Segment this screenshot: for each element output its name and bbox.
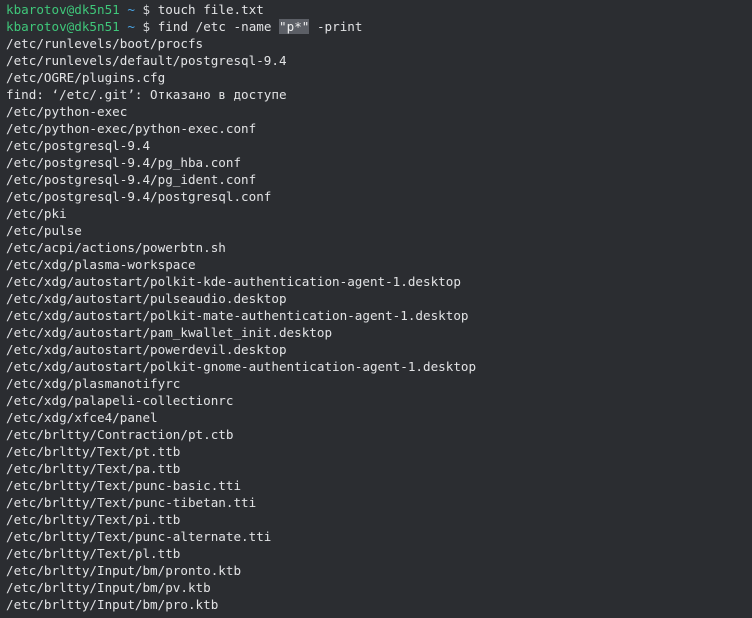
output-line: /etc/postgresql-9.4 bbox=[6, 138, 151, 153]
output-list: /etc/runlevels/boot/procfs/etc/runlevels… bbox=[6, 35, 752, 613]
output-line: /etc/brltty/Input/bm/pronto.ktb bbox=[6, 563, 242, 578]
prompt-line-2: kbarotov@dk5n51 ~ $ find /etc -name "p*"… bbox=[6, 18, 752, 35]
prompt-user-host: kbarotov@dk5n51 bbox=[6, 19, 120, 34]
output-line: find: ‘/etc/.git’: Отказано в доступе bbox=[6, 87, 287, 102]
command-text: -print bbox=[309, 19, 363, 34]
output-line: /etc/xdg/autostart/powerdevil.desktop bbox=[6, 342, 287, 357]
output-line: /etc/runlevels/boot/procfs bbox=[6, 36, 204, 51]
output-line: /etc/python-exec/python-exec.conf bbox=[6, 121, 257, 136]
output-line: /etc/brltty/Text/pa.ttb bbox=[6, 461, 181, 476]
selected-text[interactable]: "p*" bbox=[279, 19, 310, 34]
output-line: /etc/acpi/actions/powerbtn.sh bbox=[6, 240, 226, 255]
prompt-symbol: $ bbox=[142, 2, 151, 17]
output-line: /etc/xdg/palapeli-collectionrc bbox=[6, 393, 234, 408]
output-line: /etc/postgresql-9.4/pg_hba.conf bbox=[6, 155, 242, 170]
output-line: /etc/brltty/Text/pt.ttb bbox=[6, 444, 181, 459]
terminal-output: kbarotov@dk5n51 ~ $ touch file.txt kbaro… bbox=[6, 1, 752, 618]
output-line: /etc/brltty/Text/pl.ttb bbox=[6, 546, 181, 561]
command-text: touch file.txt bbox=[157, 2, 264, 17]
prompt-user-host: kbarotov@dk5n51 bbox=[6, 2, 120, 17]
output-line: /etc/pulse bbox=[6, 223, 82, 238]
output-line: /etc/brltty/Text/pi.ttb bbox=[6, 512, 181, 527]
output-line: /etc/xdg/plasma-workspace bbox=[6, 257, 196, 272]
output-line: /etc/brltty/Text/punc-tibetan.tti bbox=[6, 495, 257, 510]
command-text: find /etc -name bbox=[157, 19, 280, 34]
output-line: /etc/runlevels/default/postgresql-9.4 bbox=[6, 53, 287, 68]
terminal-window[interactable]: kbarotov@dk5n51 ~ $ touch file.txt kbaro… bbox=[0, 0, 752, 618]
output-line: /etc/python-exec bbox=[6, 104, 128, 119]
output-line: /etc/xdg/autostart/polkit-mate-authentic… bbox=[6, 308, 469, 323]
output-line: /etc/brltty/Contraction/pt.ctb bbox=[6, 427, 234, 442]
output-line: /etc/OGRE/plugins.cfg bbox=[6, 70, 166, 85]
scrollbar[interactable] bbox=[747, 0, 752, 618]
output-line: /etc/xdg/plasmanotifyrc bbox=[6, 376, 181, 391]
output-line: /etc/brltty/Text/punc-basic.tti bbox=[6, 478, 242, 493]
output-line: /etc/postgresql-9.4/pg_ident.conf bbox=[6, 172, 257, 187]
prompt-symbol: $ bbox=[142, 19, 151, 34]
output-line: /etc/postgresql-9.4/postgresql.conf bbox=[6, 189, 272, 204]
output-line: /etc/xdg/autostart/pulseaudio.desktop bbox=[6, 291, 287, 306]
output-line: /etc/xdg/xfce4/panel bbox=[6, 410, 158, 425]
prompt-line-1: kbarotov@dk5n51 ~ $ touch file.txt bbox=[6, 1, 752, 18]
output-line: /etc/pki bbox=[6, 206, 67, 221]
output-line: /etc/xdg/autostart/polkit-gnome-authenti… bbox=[6, 359, 477, 374]
output-line: /etc/brltty/Input/bm/pro.ktb bbox=[6, 597, 219, 612]
output-line: /etc/brltty/Input/bm/pv.ktb bbox=[6, 580, 211, 595]
prompt-path: ~ bbox=[127, 19, 135, 34]
output-line: /etc/xdg/autostart/pam_kwallet_init.desk… bbox=[6, 325, 333, 340]
partial-cut-line bbox=[6, 613, 752, 618]
output-line: /etc/xdg/autostart/polkit-kde-authentica… bbox=[6, 274, 461, 289]
output-line: /etc/brltty/Text/punc-alternate.tti bbox=[6, 529, 272, 544]
prompt-path: ~ bbox=[127, 2, 135, 17]
